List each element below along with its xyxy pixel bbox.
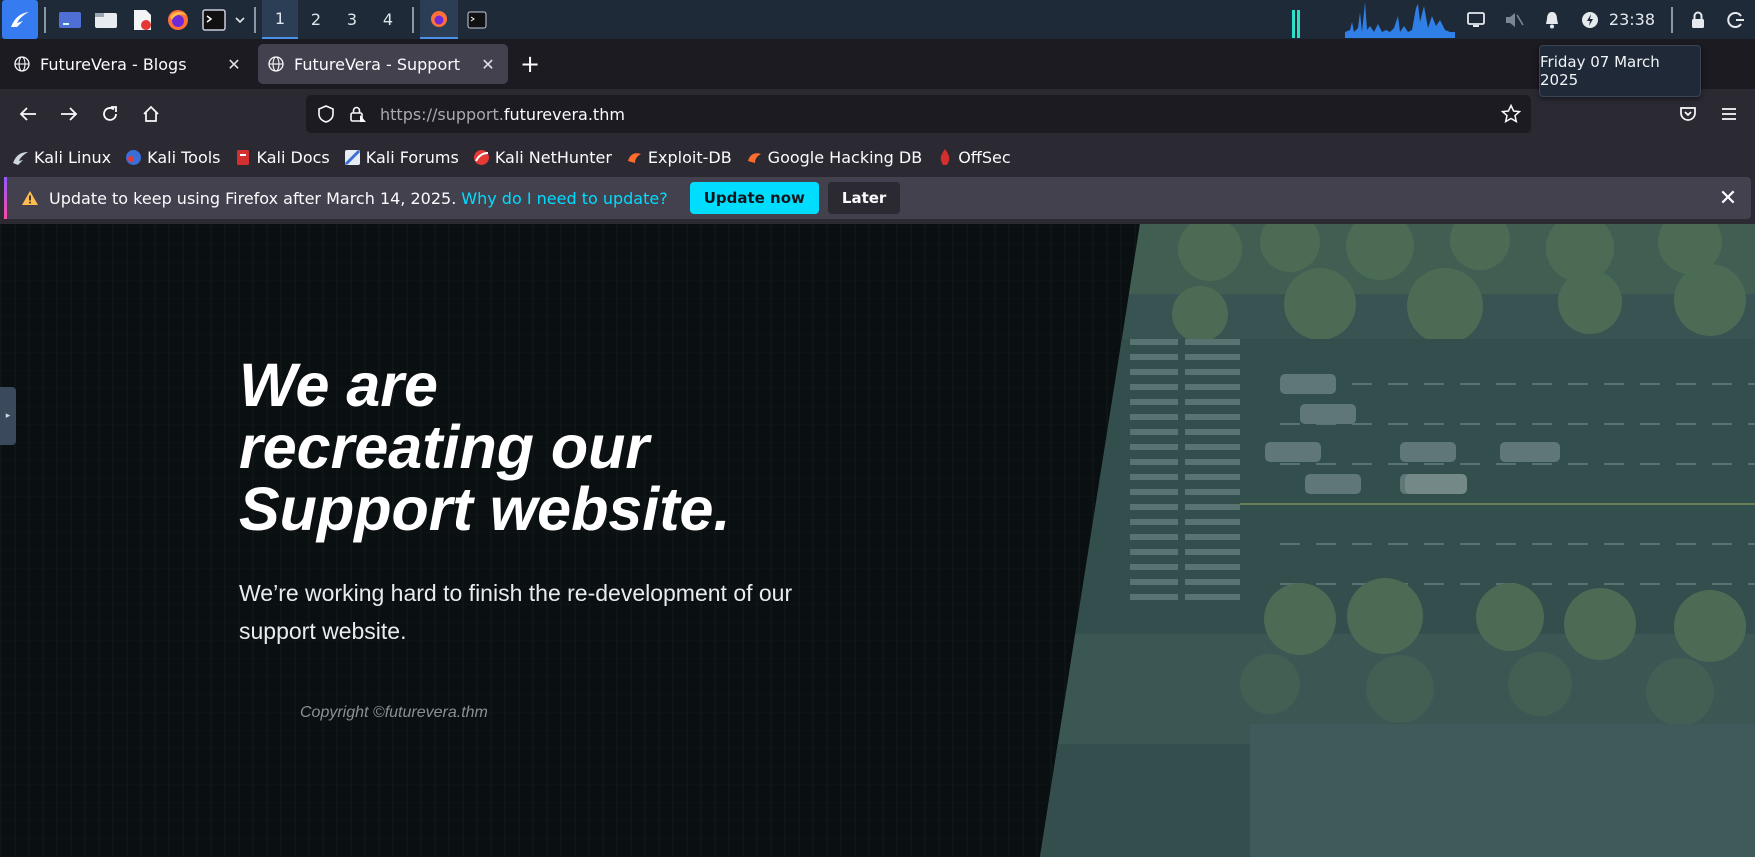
workspace-3[interactable]: 3 (334, 0, 370, 39)
kali-tools-icon (125, 149, 142, 166)
workspace-4[interactable]: 4 (370, 0, 406, 39)
headline-line: We are (239, 351, 438, 419)
exploit-db-icon (626, 149, 643, 166)
notifications-icon[interactable] (1533, 0, 1571, 39)
home-button[interactable] (131, 94, 171, 134)
file-manager-icon[interactable] (88, 0, 124, 39)
warning-icon (21, 190, 39, 206)
firefox-icon (431, 10, 447, 27)
bookmark-google-hacking-db[interactable]: Google Hacking DB (746, 148, 922, 167)
reload-icon (103, 106, 117, 121)
side-panel-handle[interactable]: ▸ (0, 387, 16, 445)
kali-docs-icon (235, 149, 252, 166)
later-button[interactable]: Later (827, 182, 901, 214)
cpu-graph (1292, 2, 1455, 38)
notice-text: Update to keep using Firefox after March… (49, 188, 457, 208)
panel-separator (412, 6, 414, 33)
tab-strip: FutureVera - Blogs ✕ FutureVera - Suppor… (0, 39, 1755, 89)
panel-separator (44, 6, 46, 33)
taskbar-firefox[interactable] (420, 0, 458, 39)
reload-button[interactable] (90, 94, 130, 134)
firefox-launcher-icon[interactable] (160, 0, 196, 39)
url-text[interactable]: https://support.futurevera.thm (380, 105, 625, 124)
copyright-text: Copyright ©futurevera.thm (300, 704, 488, 721)
update-now-button[interactable]: Update now (689, 182, 819, 214)
bookmark-kali-linux[interactable]: Kali Linux (12, 148, 111, 167)
close-tab-icon[interactable]: ✕ (478, 55, 498, 74)
text-editor-icon[interactable] (124, 0, 160, 39)
tab-title: FutureVera - Blogs (40, 54, 187, 74)
bookmarks-toolbar: Kali Linux Kali Tools Kali Docs Kali For… (0, 139, 1755, 175)
terminal-icon (467, 11, 487, 28)
power-manager-icon[interactable] (1571, 0, 1609, 39)
kali-forums-icon (344, 149, 361, 166)
globe-icon (14, 56, 30, 72)
terminal-launcher-icon[interactable] (196, 0, 232, 39)
tab-support[interactable]: FutureVera - Support ✕ (258, 44, 508, 84)
home-icon (143, 105, 159, 122)
why-update-link[interactable]: Why do I need to update? (461, 189, 667, 208)
forward-button[interactable] (49, 94, 89, 134)
chevron-down-icon[interactable] (232, 0, 248, 39)
update-notification-bar: Update to keep using Firefox after March… (0, 175, 1755, 224)
bookmark-exploit-db[interactable]: Exploit-DB (626, 148, 732, 167)
workspace-1[interactable]: 1 (262, 0, 298, 39)
arrow-right-icon (61, 107, 78, 121)
bookmark-star-icon[interactable] (1497, 104, 1525, 124)
hamburger-icon (1722, 108, 1736, 120)
top-panel: 1 2 3 4 23:38 (0, 0, 1755, 39)
tab-blogs[interactable]: FutureVera - Blogs ✕ (4, 44, 254, 84)
display-icon[interactable] (1457, 0, 1495, 39)
headline-line: recreating our (239, 413, 650, 481)
ghdb-icon (746, 149, 763, 166)
kali-menu-icon[interactable] (2, 0, 38, 39)
lock-screen-icon[interactable] (1679, 0, 1717, 39)
bookmark-offsec[interactable]: OffSec (936, 148, 1011, 167)
tab-title: FutureVera - Support (294, 54, 461, 74)
workspace-2[interactable]: 2 (298, 0, 334, 39)
offsec-icon (936, 149, 953, 166)
headline-line: Support website. (239, 475, 731, 543)
nav-bar: https://support.futurevera.thm (0, 89, 1755, 139)
support-page: We are recreating our Support website. W… (0, 224, 1755, 857)
bookmark-kali-tools[interactable]: Kali Tools (125, 148, 221, 167)
shield-icon[interactable] (306, 105, 346, 123)
bookmark-kali-forums[interactable]: Kali Forums (344, 148, 459, 167)
url-bar[interactable]: https://support.futurevera.thm (306, 95, 1531, 133)
date-tooltip: Friday 07 March 2025 (1539, 45, 1701, 97)
show-desktop-icon[interactable] (52, 0, 88, 39)
panel-separator (1671, 6, 1673, 33)
new-tab-button[interactable]: + (512, 46, 548, 82)
kali-dragon-icon (12, 149, 29, 166)
close-tab-icon[interactable]: ✕ (224, 55, 244, 74)
close-icon[interactable]: ✕ (1713, 183, 1743, 213)
menu-button[interactable] (1709, 94, 1749, 134)
bookmark-kali-nethunter[interactable]: Kali NetHunter (473, 148, 612, 167)
nethunter-icon (473, 149, 490, 166)
page-subtext: We’re working hard to finish the re-deve… (239, 580, 793, 644)
logout-icon[interactable] (1717, 0, 1755, 39)
bookmark-kali-docs[interactable]: Kali Docs (235, 148, 330, 167)
pocket-button[interactable] (1668, 94, 1708, 134)
volume-muted-icon[interactable] (1495, 0, 1533, 39)
back-button[interactable] (8, 94, 48, 134)
arrow-left-icon (19, 107, 36, 121)
page-headline: We are recreating our Support website. (239, 354, 859, 540)
taskbar-terminal[interactable] (458, 0, 496, 39)
clock[interactable]: 23:38 (1609, 10, 1665, 29)
insecure-lock-icon[interactable] (346, 105, 370, 123)
globe-icon (268, 56, 284, 72)
pocket-icon (1680, 107, 1696, 121)
panel-separator (254, 6, 256, 33)
